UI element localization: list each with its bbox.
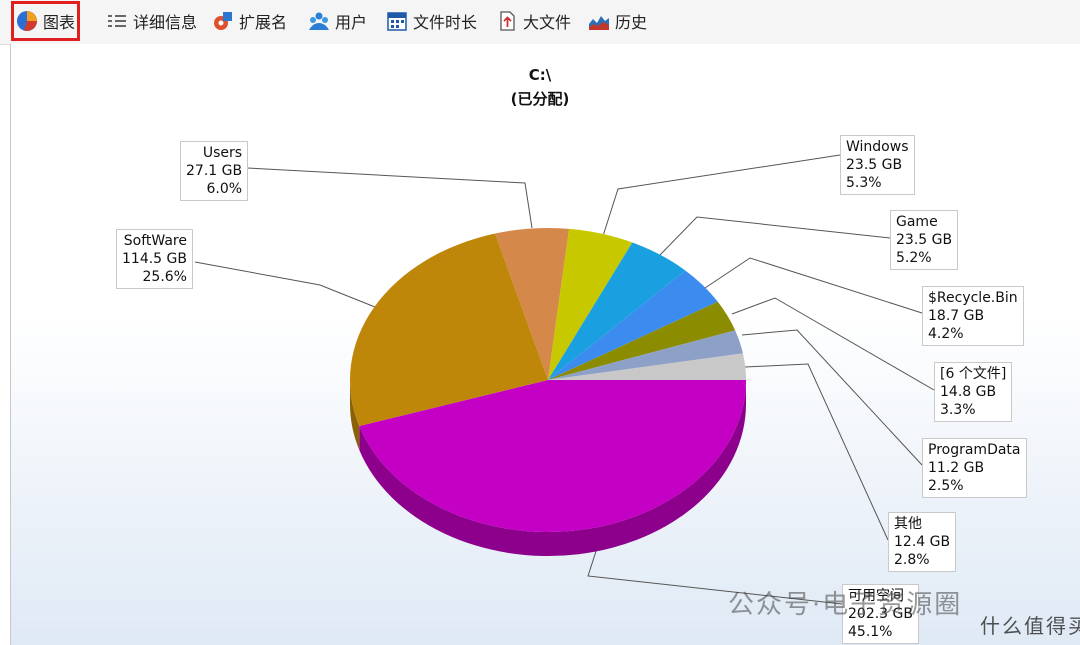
slice-percent: 5.2%: [896, 250, 932, 266]
slice-percent: 5.3%: [846, 175, 882, 191]
slice-name: $Recycle.Bin: [928, 290, 1018, 306]
slice-name: Windows: [846, 139, 909, 155]
slice-size: 18.7 GB: [928, 308, 985, 324]
slice-label: SoftWare 114.5 GB 25.6%: [116, 229, 193, 289]
leader-line: [246, 167, 533, 229]
slice-label: Users 27.1 GB 6.0%: [180, 141, 249, 201]
leader-line: [744, 363, 889, 541]
slice-size: 23.5 GB: [896, 232, 953, 248]
slice-percent: 45.1%: [848, 624, 893, 640]
slice-name: ProgramData: [928, 442, 1021, 458]
leader-line: [741, 329, 923, 466]
leader-line: [659, 216, 891, 256]
leader-line: [701, 257, 923, 314]
slice-name: 其他: [894, 516, 922, 532]
slice-size: 27.1 GB: [186, 163, 243, 179]
slice-percent: 3.3%: [940, 402, 976, 418]
slice-size: 114.5 GB: [122, 251, 187, 267]
slice-label: [6 个文件] 14.8 GB 3.3%: [934, 362, 1013, 422]
slice-name: Game: [896, 214, 938, 230]
slice-percent: 6.0%: [206, 181, 243, 197]
slice-size: 12.4 GB: [894, 534, 951, 550]
slice-label: Game 23.5 GB 5.2%: [890, 210, 959, 270]
watermark-text: 公众号·电子资源圈: [728, 590, 963, 620]
slice-size: 23.5 GB: [846, 157, 903, 173]
slice-percent: 2.5%: [928, 478, 964, 494]
leader-line: [731, 297, 935, 391]
slice-name: Users: [202, 145, 243, 161]
slice-percent: 4.2%: [928, 326, 964, 342]
slice-label: $Recycle.Bin 18.7 GB 4.2%: [922, 286, 1024, 346]
slice-label: 其他 12.4 GB 2.8%: [888, 512, 957, 572]
slice-name: SoftWare: [123, 233, 187, 249]
watermark-site: 什么值得买: [980, 614, 1080, 638]
pie-top: [350, 228, 746, 532]
slice-label: Windows 23.5 GB 5.3%: [840, 135, 915, 195]
slice-percent: 25.6%: [142, 269, 187, 285]
leader-line: [194, 261, 376, 308]
slice-size: 14.8 GB: [940, 384, 997, 400]
slice-name: [6 个文件]: [940, 366, 1007, 382]
slice-percent: 2.8%: [894, 552, 930, 568]
leader-line: [602, 154, 841, 237]
slice-size: 11.2 GB: [928, 460, 985, 476]
slice-label: ProgramData 11.2 GB 2.5%: [922, 438, 1027, 498]
